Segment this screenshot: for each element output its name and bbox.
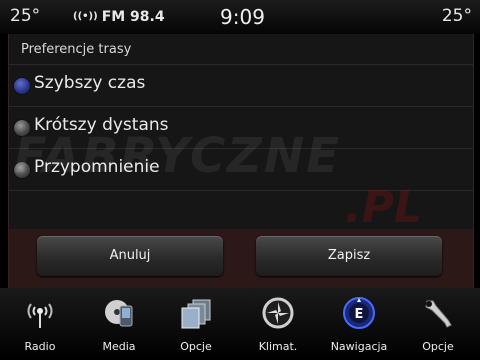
save-button[interactable]: Zapisz: [256, 236, 442, 276]
radio-icon: [27, 303, 53, 328]
nav-settings[interactable]: Opcje: [405, 288, 471, 360]
cancel-button[interactable]: Anuluj: [37, 236, 223, 276]
temperature-left[interactable]: 25°: [10, 6, 40, 26]
apps-icon: [181, 299, 211, 329]
button-bar: Anuluj Zapisz: [9, 229, 473, 288]
nav-apps[interactable]: Opcje: [163, 288, 229, 360]
nav-navigation[interactable]: E Nawigacja: [326, 288, 392, 360]
watermark: FABRYCZNE: [14, 128, 341, 184]
antenna-icon: ((•)): [73, 11, 98, 22]
watermark-domain: .PL: [345, 182, 422, 233]
nav-label: Media: [102, 340, 136, 353]
radio-selected-icon[interactable]: [14, 78, 30, 94]
nav-label: Opcje: [422, 340, 454, 353]
nav-radio[interactable]: Radio: [7, 288, 73, 360]
nav-label: Opcje: [180, 340, 212, 353]
compass-icon: E: [343, 297, 375, 329]
nav-media[interactable]: Media: [86, 288, 152, 360]
temperature-right[interactable]: 25°: [442, 6, 472, 26]
clock: 9:09: [220, 5, 265, 29]
radio-indicator[interactable]: ((•)) FM 98.4: [73, 9, 165, 25]
wrench-icon: [425, 300, 452, 328]
nav-label: Radio: [24, 340, 56, 353]
bottom-nav: Radio Media Opcje Klimat. E Nawigacja Op…: [0, 288, 480, 360]
panel-title: Preferencje trasy: [21, 42, 132, 57]
nav-label: Nawigacja: [330, 340, 388, 353]
climate-icon: [262, 297, 294, 329]
nav-label: Klimat.: [258, 340, 298, 353]
nav-climate[interactable]: Klimat.: [245, 288, 311, 360]
svg-text:E: E: [355, 307, 364, 322]
media-icon: [105, 300, 133, 327]
option-faster-time[interactable]: Szybszy czas: [9, 65, 473, 106]
option-label: Szybszy czas: [34, 73, 146, 93]
status-bar: 25° ((•)) FM 98.4 9:09 25°: [0, 0, 480, 34]
radio-station: FM 98.4: [101, 9, 165, 25]
